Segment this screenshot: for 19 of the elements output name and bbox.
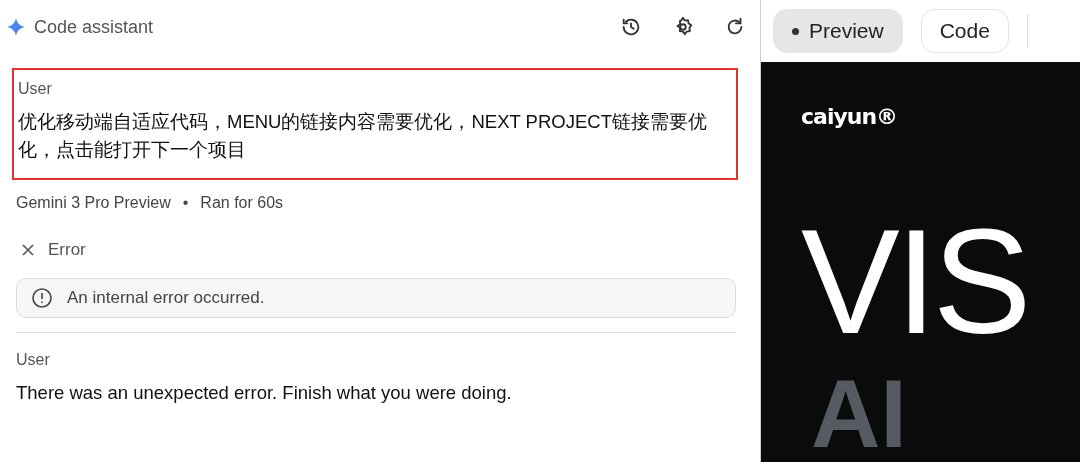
history-icon[interactable]	[620, 16, 642, 38]
status-label: Error	[48, 240, 86, 260]
author-label: User	[18, 80, 53, 98]
close-icon	[20, 242, 36, 258]
message-text: There was an unexpected error. Finish what you were doing.	[16, 381, 513, 405]
run-time: Ran for 60s	[200, 194, 284, 212]
message-text: 优化移动端自适应代码，MENU的链接内容需要优化，NEXT PROJECT链接需要优化，点击能打开下一个项目	[18, 110, 708, 162]
model-name: Gemini 3 Pro Preview	[16, 194, 171, 212]
hero-subline: AI	[811, 370, 907, 458]
error-message: An internal error occurred.	[67, 288, 265, 308]
tab[interactable]: Preview	[773, 9, 903, 53]
panel-title: Code assistant	[34, 16, 155, 38]
sparkle-icon	[6, 17, 26, 37]
hero-headline: VIS	[801, 222, 1028, 342]
author-label: User	[16, 351, 51, 369]
logo-text: caiyun®	[801, 104, 898, 129]
alert-icon	[31, 287, 53, 309]
tab[interactable]: Code	[920, 9, 1009, 53]
separator-dot: •	[182, 194, 189, 212]
